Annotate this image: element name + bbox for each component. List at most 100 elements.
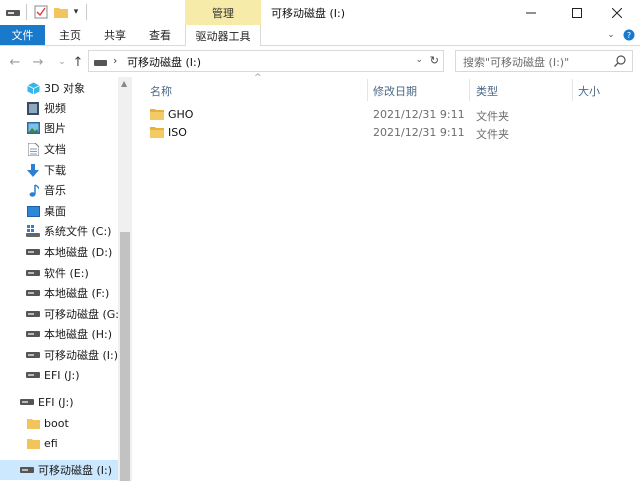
column-header-date[interactable]: 修改日期 [373,83,417,99]
nav-label: 软件 (E:) [44,267,89,280]
divider [86,4,87,20]
nav-item-system-c[interactable]: 系统文件 (C:) [26,221,111,241]
window-title: 可移动磁盘 (I:) [271,7,346,20]
nav-item-boot[interactable]: boot [26,413,69,433]
drive-icon [94,57,107,70]
nav-item-music[interactable]: 音乐 [26,180,66,200]
title-bar: ▾ 管理 可移动磁盘 (I:) [0,0,640,25]
divider [26,4,27,20]
tab-home[interactable]: 主页 [53,25,87,45]
nav-item-downloads[interactable]: 下载 [26,160,66,180]
forward-button[interactable]: → [30,54,46,70]
nav-label: 文档 [44,143,66,156]
pictures-icon [26,121,40,135]
nav-label: EFI (J:) [38,395,74,409]
recent-locations-icon[interactable]: ⌄ [54,54,70,70]
folder-icon [26,416,40,430]
nav-label: 可移动磁盘 (I:) [38,464,113,477]
nav-group-efi[interactable]: EFI (J:) [20,392,74,412]
column-divider[interactable] [572,79,573,101]
help-icon[interactable]: ? [622,25,636,45]
drive-icon [26,348,40,362]
address-dropdown-icon[interactable]: ⌄ [415,55,423,65]
drive-icon [20,463,34,477]
nav-item-removable-i-selected[interactable]: 可移动磁盘 (I:) [0,460,118,480]
properties-icon[interactable] [33,4,49,20]
column-divider[interactable] [469,79,470,101]
breadcrumb-chevron-icon[interactable]: › [113,54,117,67]
column-header-type[interactable]: 类型 [476,83,498,99]
drive-icon [6,4,20,20]
tab-view[interactable]: 查看 [143,25,177,45]
breadcrumb[interactable]: 可移动磁盘 (I:) [127,54,201,70]
column-header-name[interactable]: 名称 [150,83,172,99]
minimize-button[interactable] [508,0,554,25]
nav-item-videos[interactable]: 视频 [26,98,66,118]
address-bar[interactable]: › 可移动磁盘 (I:) ⌄ ↻ [88,50,444,72]
column-divider[interactable] [367,79,368,101]
tab-manage[interactable]: 管理 [185,0,261,25]
nav-item-efi-folder[interactable]: efi [26,433,58,453]
folder-icon [150,108,164,123]
nav-label: 本地磁盘 (H:) [44,328,113,341]
download-icon [26,163,40,177]
address-row: ← → ⌄ ↑ › 可移动磁盘 (I:) ⌄ ↻ 搜索"可移动磁盘 (I:)" [0,47,640,77]
file-date: 2021/12/31 9:11 [373,126,465,139]
refresh-icon[interactable]: ↻ [430,54,439,67]
nav-item-local-d[interactable]: 本地磁盘 (D:) [26,242,112,262]
nav-label: 3D 对象 [44,82,85,95]
tab-file[interactable]: 文件 [0,25,45,45]
tab-drive-tools[interactable]: 驱动器工具 [185,25,261,46]
system-drive-icon [26,224,40,238]
nav-label: boot [44,416,69,430]
search-input[interactable]: 搜索"可移动磁盘 (I:)" [455,50,633,72]
video-icon [26,101,40,115]
scroll-up-icon[interactable]: ▲ [121,79,127,88]
search-icon[interactable] [614,55,626,70]
drive-icon [26,286,40,300]
tab-share[interactable]: 共享 [98,25,132,45]
file-type: 文件夹 [476,128,509,141]
nav-label: efi [44,436,58,450]
nav-label: 可移动磁盘 (I:) [44,349,119,362]
desktop-icon [26,204,40,218]
scroll-thumb[interactable] [120,232,130,481]
ribbon-expand-icon[interactable]: ⌄ [604,25,618,45]
file-date: 2021/12/31 9:11 [373,108,465,121]
nav-item-software-e[interactable]: 软件 (E:) [26,263,89,283]
nav-label: 视频 [44,102,66,115]
drive-icon [26,307,40,321]
ribbon: 文件 主页 共享 查看 驱动器工具 ⌄ ? [0,25,640,46]
new-folder-icon[interactable] [53,4,69,20]
file-row[interactable]: GHO 2021/12/31 9:11 文件夹 [150,107,510,124]
music-icon [26,183,40,197]
nav-label: 系统文件 (C:) [44,225,112,238]
nav-label: 可移动磁盘 (G:) [44,308,124,321]
nav-label: 下载 [44,164,66,177]
customize-toolbar-icon[interactable]: ▾ [70,4,82,20]
nav-label: 音乐 [44,184,66,197]
sort-arrow-icon: ^ [254,73,262,83]
nav-label: EFI (J:) [44,368,80,382]
drive-icon [26,327,40,341]
nav-item-removable-g[interactable]: 可移动磁盘 (G:) [26,304,123,324]
3d-objects-icon [26,81,40,95]
close-button[interactable] [594,0,640,25]
nav-item-efi-j[interactable]: EFI (J:) [26,365,80,385]
column-header-size[interactable]: 大小 [578,83,600,99]
up-button[interactable]: ↑ [70,54,86,70]
nav-scrollbar[interactable]: ▲ [118,77,132,481]
back-button[interactable]: ← [7,54,23,70]
folder-icon [150,126,164,141]
documents-icon [26,142,40,156]
drive-icon [26,266,40,280]
nav-item-local-h[interactable]: 本地磁盘 (H:) [26,324,112,344]
nav-item-3d-objects[interactable]: 3D 对象 [26,78,85,98]
nav-item-removable-i[interactable]: 可移动磁盘 (I:) [26,345,118,365]
nav-item-desktop[interactable]: 桌面 [26,201,66,221]
file-row[interactable]: ISO 2021/12/31 9:11 文件夹 [150,125,510,142]
nav-item-documents[interactable]: 文档 [26,139,66,159]
nav-item-pictures[interactable]: 图片 [26,118,66,138]
nav-item-local-f[interactable]: 本地磁盘 (F:) [26,283,109,303]
nav-label: 图片 [44,122,66,135]
